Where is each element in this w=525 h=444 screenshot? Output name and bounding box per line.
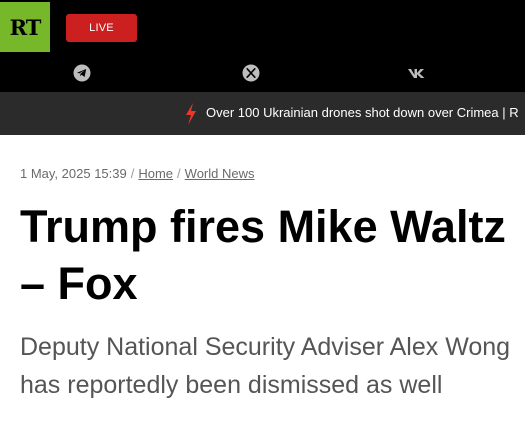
breadcrumb-separator: / bbox=[177, 166, 181, 181]
breadcrumb-world-news-link[interactable]: World News bbox=[185, 166, 255, 181]
article-lead: Deputy National Security Adviser Alex Wo… bbox=[20, 333, 511, 399]
breadcrumb-separator: / bbox=[130, 166, 135, 181]
x-icon[interactable] bbox=[242, 64, 260, 82]
ticker-headline[interactable]: Over 100 Ukrainian drones shot down over… bbox=[206, 105, 519, 120]
rt-logo[interactable]: RT bbox=[0, 2, 50, 52]
article-headline: Trump fires Mike Waltz – Fox bbox=[20, 201, 506, 309]
vk-icon[interactable] bbox=[406, 64, 430, 82]
article-date: 1 May, 2025 15:39 bbox=[20, 166, 127, 181]
lightning-bolt-icon bbox=[186, 103, 196, 125]
article-meta: 1 May, 2025 15:39/Home / World News bbox=[20, 166, 255, 181]
telegram-icon[interactable] bbox=[73, 64, 91, 82]
live-button[interactable]: LIVE bbox=[66, 14, 137, 42]
breadcrumb-home-link[interactable]: Home bbox=[138, 166, 173, 181]
logo-text: RT bbox=[9, 14, 42, 40]
